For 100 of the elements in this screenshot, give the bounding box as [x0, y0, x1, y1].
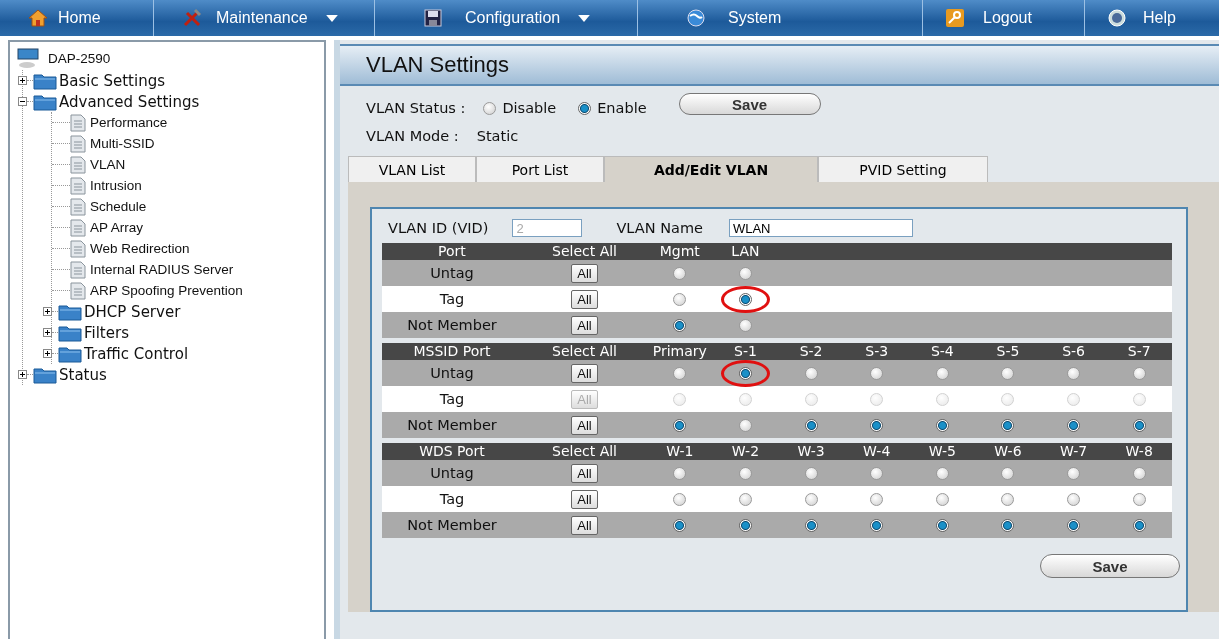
tab[interactable]: PVID Setting	[818, 156, 988, 182]
radio-button[interactable]	[673, 492, 687, 506]
menu-item[interactable]: Maintenance	[216, 9, 338, 27]
radio-button[interactable]	[1067, 366, 1081, 380]
select-all-button[interactable]: All	[571, 363, 598, 383]
radio-button[interactable]	[673, 518, 687, 532]
radio-button[interactable]	[804, 518, 818, 532]
expand-icon[interactable]	[43, 349, 52, 358]
radio-button[interactable]	[804, 418, 818, 432]
collapse-icon[interactable]	[18, 97, 27, 106]
tab[interactable]: Port List	[476, 156, 604, 182]
radio-button[interactable]	[1132, 518, 1146, 532]
radio-button[interactable]	[870, 418, 884, 432]
radio-button[interactable]	[738, 266, 752, 280]
radio-button[interactable]	[935, 418, 949, 432]
menu-item[interactable]: Configuration	[465, 9, 591, 27]
radio-button[interactable]	[1132, 418, 1146, 432]
menu-item[interactable]: Help	[1143, 9, 1176, 27]
radio-button[interactable]	[1067, 492, 1081, 506]
expand-icon[interactable]	[18, 76, 27, 85]
radio-button[interactable]	[1001, 492, 1015, 506]
radio-button[interactable]	[738, 492, 752, 506]
radio-button[interactable]	[673, 466, 687, 480]
radio-button[interactable]	[673, 266, 687, 280]
device-name[interactable]: DAP-2590	[44, 50, 111, 66]
radio-button[interactable]	[804, 466, 818, 480]
select-all-button[interactable]: All	[571, 489, 598, 509]
tree-item[interactable]: Schedule	[86, 199, 147, 214]
select-all-button[interactable]: All	[571, 515, 598, 535]
radio-button[interactable]	[935, 492, 949, 506]
radio-button[interactable]	[870, 492, 884, 506]
folder-icon	[58, 344, 82, 363]
tree-folder[interactable]: Traffic Control	[82, 344, 189, 363]
radio-button[interactable]	[483, 101, 497, 115]
vlan-name-field[interactable]: WLAN	[728, 219, 913, 237]
column-header: MSSID Port	[412, 343, 492, 360]
radio-button[interactable]	[935, 366, 949, 380]
radio-button[interactable]	[804, 492, 818, 506]
tree-item[interactable]: Performance	[86, 115, 168, 130]
save-button[interactable]: Save	[1040, 554, 1180, 578]
tree-folder[interactable]: Status	[57, 365, 107, 384]
column-header: S-6	[1061, 343, 1086, 360]
tree-item[interactable]: AP Array	[86, 220, 144, 235]
tree-folder[interactable]: DHCP Server	[82, 302, 181, 321]
radio-button[interactable]	[870, 518, 884, 532]
radio-button[interactable]	[578, 101, 592, 115]
document-icon	[70, 134, 86, 153]
column-header: Select All	[551, 443, 618, 460]
select-all-button[interactable]: All	[571, 263, 598, 283]
radio-button[interactable]	[1067, 418, 1081, 432]
radio-button[interactable]	[870, 466, 884, 480]
menu-item[interactable]: Logout	[983, 9, 1032, 27]
radio-button[interactable]	[673, 292, 687, 306]
radio-button[interactable]	[738, 418, 752, 432]
select-all-button[interactable]: All	[571, 315, 598, 335]
radio-button[interactable]	[1001, 366, 1015, 380]
document-icon	[70, 197, 86, 216]
tree-item[interactable]: Multi-SSID	[86, 136, 155, 151]
radio-button[interactable]	[1132, 366, 1146, 380]
radio-button[interactable]	[1001, 418, 1015, 432]
tab[interactable]: Add/Edit VLAN	[604, 156, 818, 182]
menu-item[interactable]: Home	[58, 9, 101, 27]
tree-folder[interactable]: Basic Settings	[57, 71, 165, 90]
column-header: Primary	[651, 343, 708, 360]
radio-button[interactable]	[738, 518, 752, 532]
radio-button[interactable]	[870, 366, 884, 380]
radio-button[interactable]	[1001, 466, 1015, 480]
radio-button[interactable]	[738, 318, 752, 332]
tree-item[interactable]: VLAN	[86, 157, 126, 172]
tree-folder[interactable]: Filters	[82, 323, 129, 342]
radio-button[interactable]	[1067, 466, 1081, 480]
tab[interactable]: VLAN List	[348, 156, 476, 182]
expand-icon[interactable]	[43, 307, 52, 316]
radio-button[interactable]	[1132, 492, 1146, 506]
radio-button[interactable]	[1067, 518, 1081, 532]
radio-button[interactable]	[1001, 518, 1015, 532]
tree-item[interactable]: Intrusion	[86, 178, 142, 193]
caret-icon[interactable]	[578, 14, 591, 22]
tree-item[interactable]: Web Redirection	[86, 241, 190, 256]
row-label: Tag	[438, 291, 466, 307]
radio-button[interactable]	[935, 518, 949, 532]
select-all-button[interactable]: All	[571, 415, 598, 435]
radio-button[interactable]	[804, 366, 818, 380]
radio-button[interactable]	[935, 466, 949, 480]
save-button[interactable]: Save	[678, 93, 821, 115]
menu-item[interactable]: System	[728, 9, 782, 27]
tree-item[interactable]: Internal RADIUS Server	[86, 262, 234, 277]
radio-button[interactable]	[673, 366, 687, 380]
tree-folder[interactable]: Advanced Settings	[57, 92, 200, 111]
radio-button[interactable]	[1132, 466, 1146, 480]
caret-icon[interactable]	[325, 14, 338, 22]
radio-button[interactable]	[673, 418, 687, 432]
folder-icon	[33, 92, 57, 111]
select-all-button[interactable]: All	[571, 463, 598, 483]
expand-icon[interactable]	[18, 370, 27, 379]
radio-button[interactable]	[673, 318, 687, 332]
expand-icon[interactable]	[43, 328, 52, 337]
select-all-button[interactable]: All	[571, 289, 598, 309]
radio-button[interactable]	[738, 466, 752, 480]
tree-item[interactable]: ARP Spoofing Prevention	[86, 283, 243, 298]
